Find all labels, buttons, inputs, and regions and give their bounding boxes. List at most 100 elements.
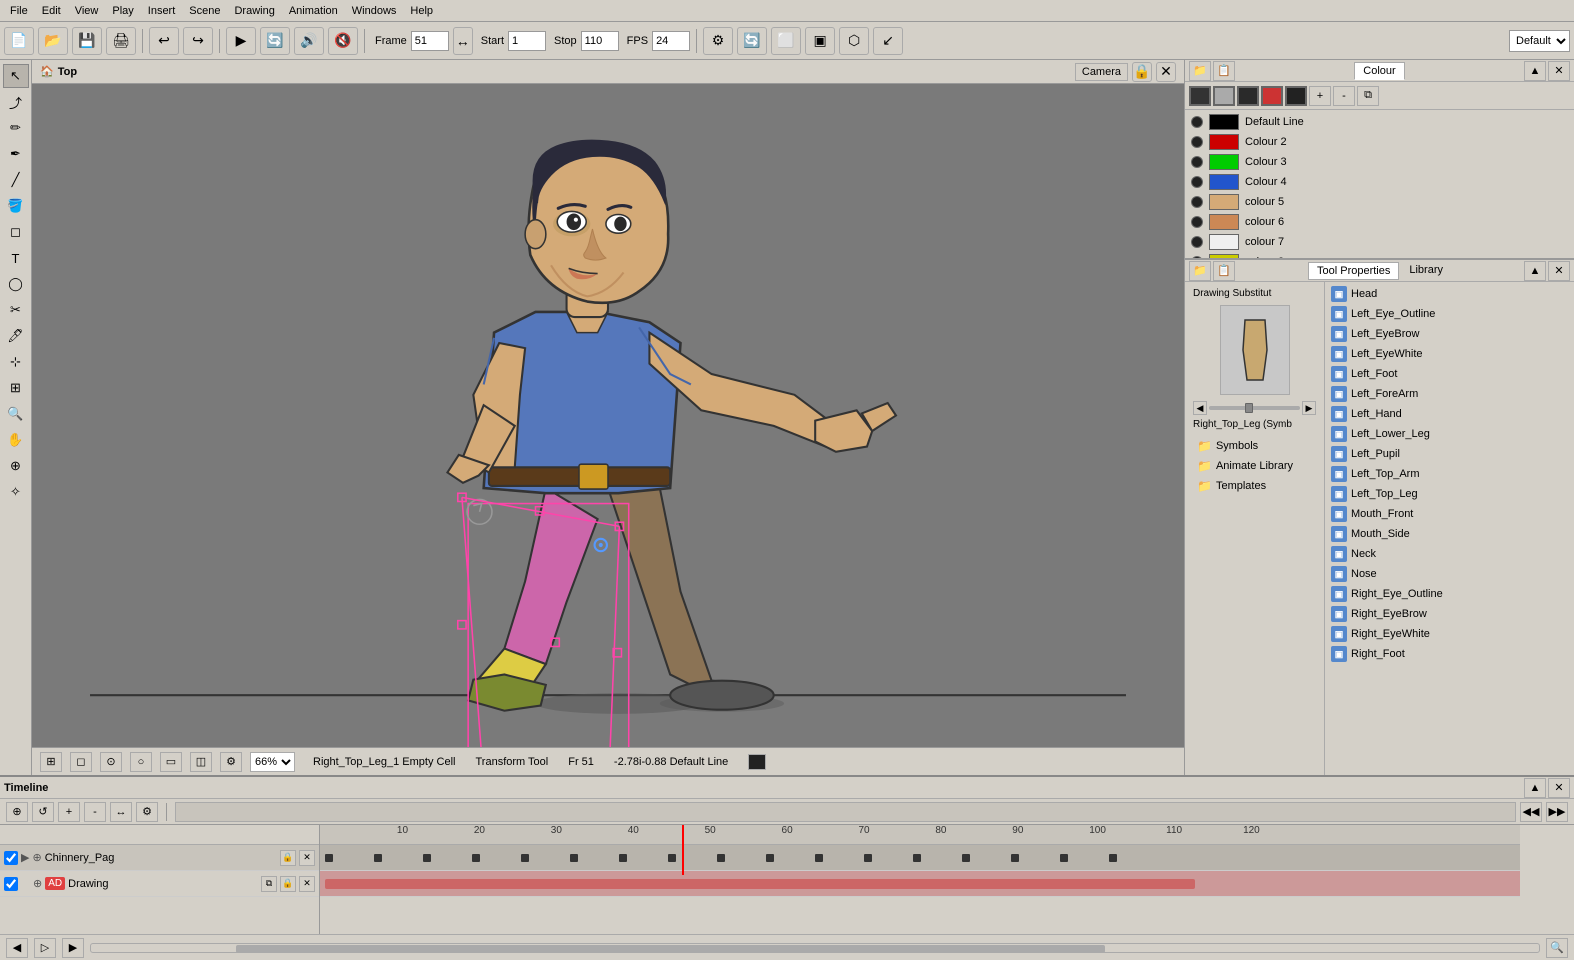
layer-1-lock[interactable]: 🔒 <box>280 876 296 892</box>
canvas-view-btn5[interactable]: ◫ <box>190 752 212 772</box>
track-0[interactable] <box>320 845 1520 871</box>
frame-step-btn[interactable]: ↔ <box>453 27 473 55</box>
color-black2[interactable] <box>1285 86 1307 106</box>
lib-item-8[interactable]: ▣ Left_Pupil <box>1327 444 1572 464</box>
color-remove[interactable]: - <box>1333 86 1355 106</box>
zoom-select[interactable]: 66% <box>250 752 295 772</box>
tl-btn1[interactable]: ⊕ <box>6 802 28 822</box>
camera-button[interactable]: Camera <box>1075 63 1128 81</box>
cut-tool[interactable]: ✂ <box>3 298 29 322</box>
start-input[interactable] <box>508 31 546 51</box>
menu-help[interactable]: Help <box>404 3 439 19</box>
fps-input[interactable] <box>652 31 690 51</box>
tl-end-btn2[interactable]: ▶▶ <box>1546 802 1568 822</box>
pivot-tool[interactable]: ⊕ <box>3 454 29 478</box>
layer-0-expand[interactable]: ▶ <box>21 851 29 864</box>
tree-item-2[interactable]: 📁 Templates <box>1193 476 1316 496</box>
lib-item-9[interactable]: ▣ Left_Top_Arm <box>1327 464 1572 484</box>
tool-btn-1[interactable]: ⚙ <box>703 27 733 55</box>
undo-button[interactable]: ↩ <box>149 27 179 55</box>
canvas-viewport[interactable] <box>32 84 1184 747</box>
layer-1-visible[interactable] <box>4 877 18 891</box>
menu-view[interactable]: View <box>69 3 105 19</box>
hand-tool[interactable]: ✋ <box>3 428 29 452</box>
menu-drawing[interactable]: Drawing <box>228 3 280 19</box>
menu-scene[interactable]: Scene <box>183 3 226 19</box>
lib-item-2[interactable]: ▣ Left_EyeBrow <box>1327 324 1572 344</box>
color-black[interactable] <box>1189 86 1211 106</box>
tl-btn6[interactable]: ⚙ <box>136 802 158 822</box>
line-tool[interactable]: ╱ <box>3 168 29 192</box>
zoom-tool[interactable]: 🔍 <box>3 402 29 426</box>
lib-item-7[interactable]: ▣ Left_Lower_Leg <box>1327 424 1572 444</box>
color-row-0[interactable]: Default Line <box>1187 112 1572 132</box>
tl-btn3[interactable]: + <box>58 802 80 822</box>
color-row-5[interactable]: colour 6 <box>1187 212 1572 232</box>
color-panel-btn2[interactable]: 📋 <box>1213 61 1235 81</box>
lib-item-10[interactable]: ▣ Left_Top_Leg <box>1327 484 1572 504</box>
timeline-close[interactable]: ✕ <box>1548 778 1570 798</box>
library-tab[interactable]: Library <box>1401 262 1451 280</box>
redo-button[interactable]: ↪ <box>183 27 213 55</box>
tl-btn2[interactable]: ↺ <box>32 802 54 822</box>
timeline-frames[interactable]: 102030405060708090100110120 <box>320 825 1574 934</box>
menu-play[interactable]: Play <box>106 3 139 19</box>
track-1[interactable] <box>320 871 1520 897</box>
slider-track[interactable] <box>1209 406 1300 410</box>
layer-1-expand[interactable]: ⊕ <box>33 877 42 890</box>
tool-properties-tab[interactable]: Tool Properties <box>1308 262 1399 280</box>
tool-btn-5[interactable]: ⬡ <box>839 27 869 55</box>
tl-btn5[interactable]: ↔ <box>110 802 132 822</box>
color-row-3[interactable]: Colour 4 <box>1187 172 1572 192</box>
color-red[interactable] <box>1261 86 1283 106</box>
loop-button[interactable]: 🔄 <box>260 27 290 55</box>
layer-0-delete[interactable]: ✕ <box>299 850 315 866</box>
lib-item-12[interactable]: ▣ Mouth_Side <box>1327 524 1572 544</box>
slider-left[interactable]: ◀ <box>1193 401 1207 415</box>
lib-close[interactable]: ✕ <box>1548 261 1570 281</box>
text-tool[interactable]: T <box>3 246 29 270</box>
color-copy[interactable]: ⧉ <box>1357 86 1379 106</box>
canvas-close-btn[interactable]: ✕ <box>1156 62 1176 82</box>
shape-tool[interactable]: ◯ <box>3 272 29 296</box>
tl-foot-prev[interactable]: ◀ <box>6 938 28 958</box>
bone-tool[interactable]: ✧ <box>3 480 29 504</box>
ink-tool[interactable]: 🖊 <box>3 324 29 348</box>
new-button[interactable]: 📄 <box>4 27 34 55</box>
color-row-2[interactable]: Colour 3 <box>1187 152 1572 172</box>
slider-right[interactable]: ▶ <box>1302 401 1316 415</box>
lib-item-1[interactable]: ▣ Left_Eye_Outline <box>1327 304 1572 324</box>
lib-item-6[interactable]: ▣ Left_Hand <box>1327 404 1572 424</box>
lib-item-14[interactable]: ▣ Nose <box>1327 564 1572 584</box>
stop-input[interactable] <box>581 31 619 51</box>
brush-tool[interactable]: ✏ <box>3 116 29 140</box>
open-button[interactable]: 📂 <box>38 27 68 55</box>
menu-animation[interactable]: Animation <box>283 3 344 19</box>
canvas-view-btn3[interactable]: ○ <box>130 752 152 772</box>
menu-windows[interactable]: Windows <box>346 3 403 19</box>
morph-tool[interactable]: ⊞ <box>3 376 29 400</box>
timeline-scrollbar[interactable] <box>90 943 1540 953</box>
print-button[interactable]: 🖨 <box>106 27 136 55</box>
canvas-view-btn2[interactable]: ⊙ <box>100 752 122 772</box>
mute-button[interactable]: 🔇 <box>328 27 358 55</box>
color-row-1[interactable]: Colour 2 <box>1187 132 1572 152</box>
layer-1-copy[interactable]: ⧉ <box>261 876 277 892</box>
lib-item-18[interactable]: ▣ Right_Foot <box>1327 644 1572 664</box>
panel-minimize[interactable]: ▲ <box>1524 61 1546 81</box>
tl-foot-next1[interactable]: ▷ <box>34 938 56 958</box>
menu-insert[interactable]: Insert <box>142 3 182 19</box>
contour-tool[interactable]: ⤴ <box>3 90 29 114</box>
lib-btn1[interactable]: 📁 <box>1189 261 1211 281</box>
tl-zoom-btn[interactable]: 🔍 <box>1546 938 1568 958</box>
color-row-7[interactable]: colour 8 <box>1187 252 1572 258</box>
lib-item-0[interactable]: ▣ Head <box>1327 284 1572 304</box>
sound-button[interactable]: 🔊 <box>294 27 324 55</box>
menu-edit[interactable]: Edit <box>36 3 67 19</box>
menu-file[interactable]: File <box>4 3 34 19</box>
tree-item-0[interactable]: 📁 Symbols <box>1193 436 1316 456</box>
lib-minimize[interactable]: ▲ <box>1524 261 1546 281</box>
color-add[interactable]: + <box>1309 86 1331 106</box>
tool-btn-2[interactable]: 🔄 <box>737 27 767 55</box>
lib-item-13[interactable]: ▣ Neck <box>1327 544 1572 564</box>
